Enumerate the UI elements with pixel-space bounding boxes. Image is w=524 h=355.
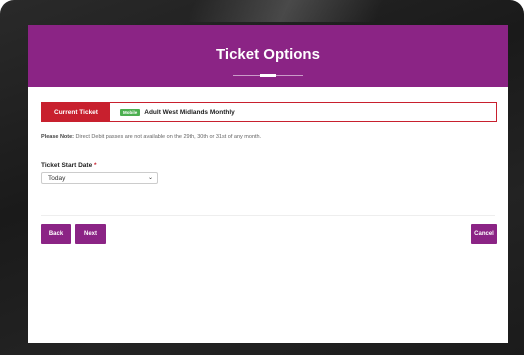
- ticket-name: Adult West Midlands Monthly: [144, 108, 235, 116]
- form-divider: [41, 215, 495, 216]
- start-date-label: Ticket Start Date *: [41, 162, 97, 169]
- start-date-value: Today: [48, 175, 66, 182]
- direct-debit-note: Please Note: Direct Debit passes are not…: [41, 134, 261, 140]
- screen-glare: [184, 0, 386, 22]
- cancel-button[interactable]: Cancel: [471, 224, 497, 244]
- note-prefix: Please Note:: [41, 134, 75, 140]
- chevron-down-icon: ⌄: [147, 175, 153, 181]
- title-underline-accent: [260, 74, 276, 77]
- device-frame: Ticket Options Current Ticket Mobile Adu…: [0, 0, 524, 355]
- current-ticket-bar: Current Ticket Mobile Adult West Midland…: [41, 102, 497, 122]
- back-button[interactable]: Back: [41, 224, 71, 244]
- screen: Ticket Options Current Ticket Mobile Adu…: [28, 25, 508, 343]
- page-title: Ticket Options: [216, 46, 320, 63]
- next-button[interactable]: Next: [75, 224, 106, 244]
- required-marker: *: [94, 162, 97, 169]
- current-ticket-label: Current Ticket: [42, 103, 110, 121]
- note-text: Direct Debit passes are not available on…: [74, 134, 262, 140]
- mobile-badge: Mobile: [120, 108, 141, 116]
- start-date-label-text: Ticket Start Date: [41, 162, 93, 169]
- start-date-select[interactable]: Today ⌄: [41, 172, 158, 184]
- page-header: Ticket Options: [28, 25, 508, 87]
